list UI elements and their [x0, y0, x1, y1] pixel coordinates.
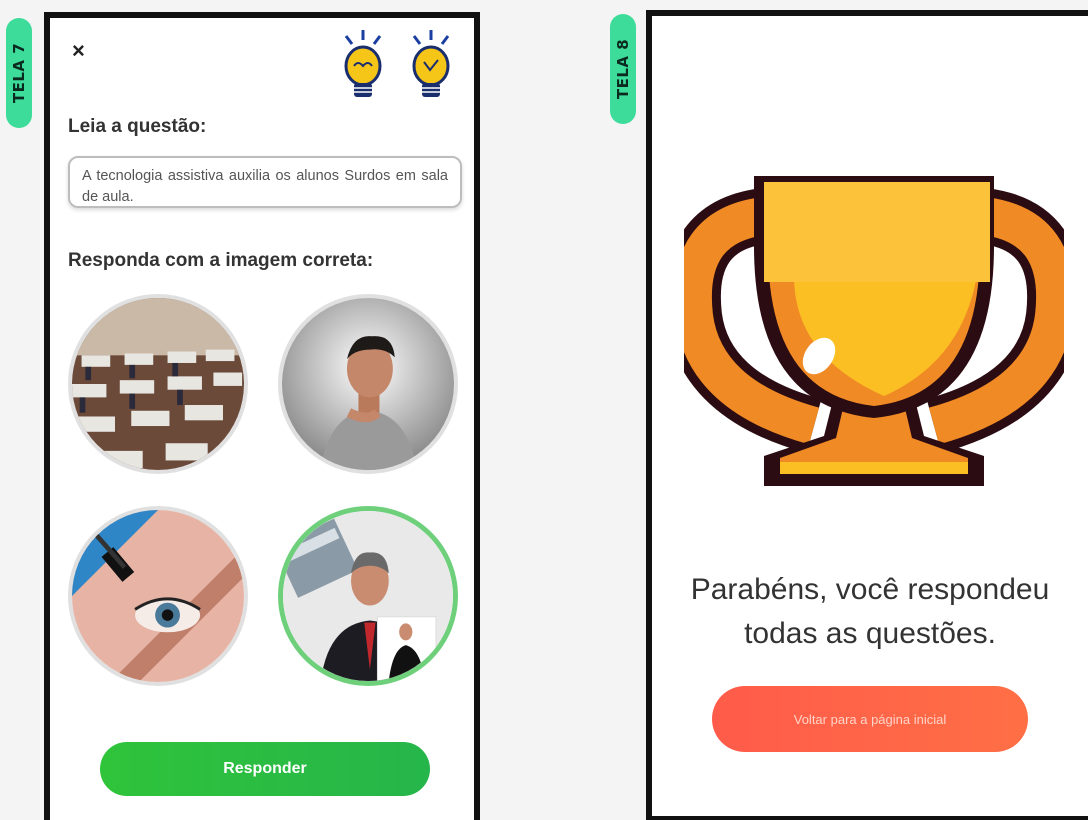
back-to-home-button[interactable]: Voltar para a página inicial [712, 686, 1028, 752]
man-thinking-image [282, 298, 454, 470]
lightbulb-icon[interactable] [406, 28, 456, 108]
answer-option-classroom[interactable] [68, 294, 248, 474]
quiz-screen: × Leia a questão: A tecnologia assistiva… [50, 18, 474, 820]
completion-screen: Parabéns, você respondeu todas as questõ… [652, 16, 1088, 816]
trophy-icon [684, 176, 1064, 486]
lightbulb-icon[interactable] [338, 28, 388, 108]
classroom-image [72, 298, 244, 470]
question-heading: Leia a questão: [68, 116, 207, 137]
screen-tag-label: TELA 7 [10, 42, 28, 104]
answer-option-man-thinking[interactable] [278, 294, 458, 474]
respond-button[interactable]: Responder [100, 742, 430, 796]
presenter-sign-language-image [283, 511, 453, 681]
answer-option-presenter-libras[interactable] [278, 506, 458, 686]
screen-tag-label: TELA 8 [614, 38, 632, 100]
phone-frame-tela-7: × Leia a questão: A tecnologia assistiva… [44, 12, 480, 820]
answer-option-eye[interactable] [68, 506, 248, 686]
question-text-box: A tecnologia assistiva auxilia os alunos… [68, 156, 462, 208]
screen-tag-tela-7: TELA 7 [6, 18, 32, 128]
close-icon[interactable]: × [72, 38, 85, 64]
eye-mascara-image [72, 510, 244, 682]
congratulations-line-2: todas as questões. [744, 617, 996, 650]
answer-heading: Responda com a imagem correta: [68, 250, 374, 271]
congratulations-line-1: Parabéns, você respondeu [690, 573, 1050, 606]
phone-frame-tela-8: Parabéns, você respondeu todas as questõ… [646, 10, 1088, 820]
screen-tag-tela-8: TELA 8 [610, 14, 636, 124]
